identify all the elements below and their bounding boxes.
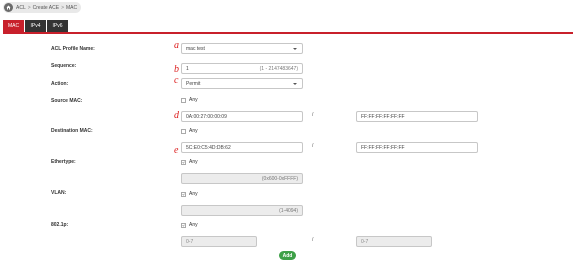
breadcrumb: ACL > Create ACE > MAC	[3, 2, 81, 13]
marker-e: e	[174, 145, 179, 156]
profile-name-select[interactable]: mac test	[181, 43, 303, 54]
check-icon	[182, 193, 185, 196]
ethertype-any-checkbox[interactable]	[181, 159, 186, 165]
vlan-any[interactable]: Any	[181, 191, 198, 197]
destination-mac-slash: /	[312, 143, 314, 149]
sequence-label: Sequence:	[51, 63, 77, 69]
breadcrumb-acl[interactable]: ACL	[16, 5, 26, 11]
dot1p-value-input[interactable]: 0-7	[181, 236, 257, 247]
ethertype-label: Ethertype:	[51, 159, 76, 165]
marker-a: a	[174, 40, 179, 51]
dot1p-any-checkbox[interactable]	[181, 222, 186, 228]
destination-mac-value: 5C:E0:C5:4D:DB:62	[186, 144, 231, 151]
breadcrumb-create-ace[interactable]: Create ACE	[33, 5, 59, 11]
add-button[interactable]: Add	[279, 251, 296, 260]
sequence-input[interactable]: 1 (1 - 2147483647)	[181, 63, 303, 74]
source-mac-value: 0A:00:27:00:00:09	[186, 113, 227, 120]
marker-c: c	[174, 75, 179, 86]
action-label: Action:	[51, 81, 69, 87]
tab-mac[interactable]: MAC	[3, 20, 24, 32]
source-mac-slash: /	[312, 112, 314, 118]
destination-mac-mask-input[interactable]: FF:FF:FF:FF:FF:FF	[356, 142, 478, 153]
source-mac-input[interactable]: 0A:00:27:00:00:09	[181, 111, 303, 122]
breadcrumb-separator: >	[27, 4, 31, 11]
source-mac-mask-input[interactable]: FF:FF:FF:FF:FF:FF	[356, 111, 478, 122]
tab-ipv4[interactable]: IPv4	[25, 20, 46, 32]
sequence-value: 1	[186, 65, 189, 72]
destination-mac-any-label: Any	[189, 128, 198, 134]
breadcrumb-separator: >	[61, 4, 64, 11]
marker-b: b	[174, 64, 179, 75]
profile-name-label: ACL Profile Name:	[51, 46, 95, 52]
action-select[interactable]: Permit	[181, 78, 303, 89]
ethertype-range-hint: (0x600-0xFFFF)	[261, 175, 298, 182]
ethertype-any-label: Any	[189, 159, 198, 165]
sequence-range-hint: (1 - 2147483647)	[259, 65, 298, 72]
source-mac-any-label: Any	[189, 97, 198, 103]
action-value: Permit	[186, 80, 201, 87]
destination-mac-input[interactable]: 5C:E0:C5:4D:DB:62	[181, 142, 303, 153]
ethertype-input[interactable]: (0x600-0xFFFF)	[181, 173, 303, 184]
home-icon[interactable]	[4, 3, 13, 12]
dot1p-value-placeholder: 0-7	[186, 238, 194, 245]
vlan-input[interactable]: (1-4094)	[181, 205, 303, 216]
vlan-any-label: Any	[189, 191, 198, 197]
vlan-label: VLAN:	[51, 190, 67, 196]
tab-ipv6[interactable]: IPv6	[47, 20, 68, 32]
dot1p-slash: /	[312, 237, 314, 243]
dot1p-any-label: Any	[189, 222, 198, 228]
destination-mac-label: Destination MAC:	[51, 128, 93, 134]
vlan-range-hint: (1-4094)	[279, 207, 298, 214]
profile-name-value: mac test	[186, 45, 205, 52]
source-mac-mask-value: FF:FF:FF:FF:FF:FF	[361, 113, 405, 120]
destination-mac-any[interactable]: Any	[181, 128, 198, 134]
breadcrumb-mac: MAC	[65, 4, 78, 11]
destination-mac-mask-value: FF:FF:FF:FF:FF:FF	[361, 144, 405, 151]
check-icon	[182, 224, 185, 227]
source-mac-any-checkbox[interactable]	[181, 97, 186, 103]
dot1p-mask-input[interactable]: 0-7	[356, 236, 432, 247]
tab-underline	[3, 32, 573, 34]
source-mac-label: Source MAC:	[51, 98, 83, 104]
vlan-any-checkbox[interactable]	[181, 191, 186, 197]
source-mac-any[interactable]: Any	[181, 97, 198, 103]
destination-mac-any-checkbox[interactable]	[181, 128, 186, 134]
dot1p-any[interactable]: Any	[181, 222, 198, 228]
dot1p-mask-placeholder: 0-7	[361, 238, 369, 245]
marker-d: d	[174, 110, 179, 121]
ethertype-any[interactable]: Any	[181, 159, 198, 165]
check-icon	[182, 161, 185, 164]
dot1p-label: 802.1p:	[51, 222, 69, 228]
protocol-tabs: MAC IPv4 IPv6	[3, 20, 68, 32]
